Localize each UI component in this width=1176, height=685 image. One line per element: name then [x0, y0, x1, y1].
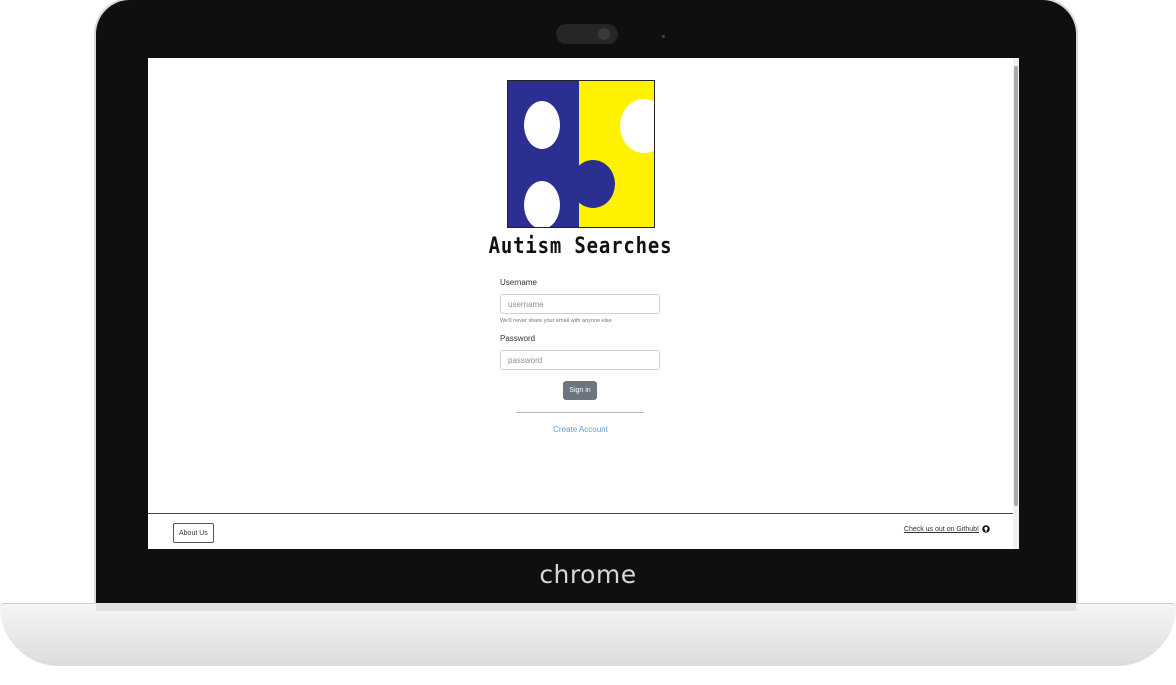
scrollbar-thumb[interactable] [1014, 66, 1018, 506]
create-account-link[interactable]: Create Account [148, 425, 1013, 434]
github-link[interactable]: Check us out on Github! [904, 525, 990, 533]
github-link-text: Check us out on Github! [903, 525, 979, 533]
username-label: Username [500, 278, 537, 287]
about-us-button[interactable]: About Us [173, 523, 214, 543]
username-field[interactable] [500, 294, 660, 314]
email-privacy-help-text: We'll never share your email with anyone… [500, 318, 614, 324]
page-footer: About Us Check us out on Github! [148, 513, 1013, 549]
chrome-brand-label: chrome [539, 560, 637, 589]
laptop-hinge [96, 603, 1076, 611]
login-form: Username We'll never share your email wi… [500, 278, 660, 370]
github-icon [982, 525, 990, 533]
password-field[interactable] [500, 350, 660, 370]
laptop-base [0, 603, 1176, 666]
autism-searches-logo [507, 80, 668, 229]
sign-in-button[interactable]: Sign in [563, 381, 597, 400]
browser-viewport: Autism Searches Username We'll never sha… [148, 58, 1019, 549]
vertical-scrollbar[interactable] [1013, 58, 1019, 549]
webcam-lens [598, 28, 610, 40]
puzzle-logo-icon [508, 81, 668, 229]
form-divider [516, 412, 644, 413]
camera-indicator-light [662, 35, 665, 38]
password-label: Password [500, 334, 536, 343]
logo-title: Autism Searches [488, 234, 673, 259]
